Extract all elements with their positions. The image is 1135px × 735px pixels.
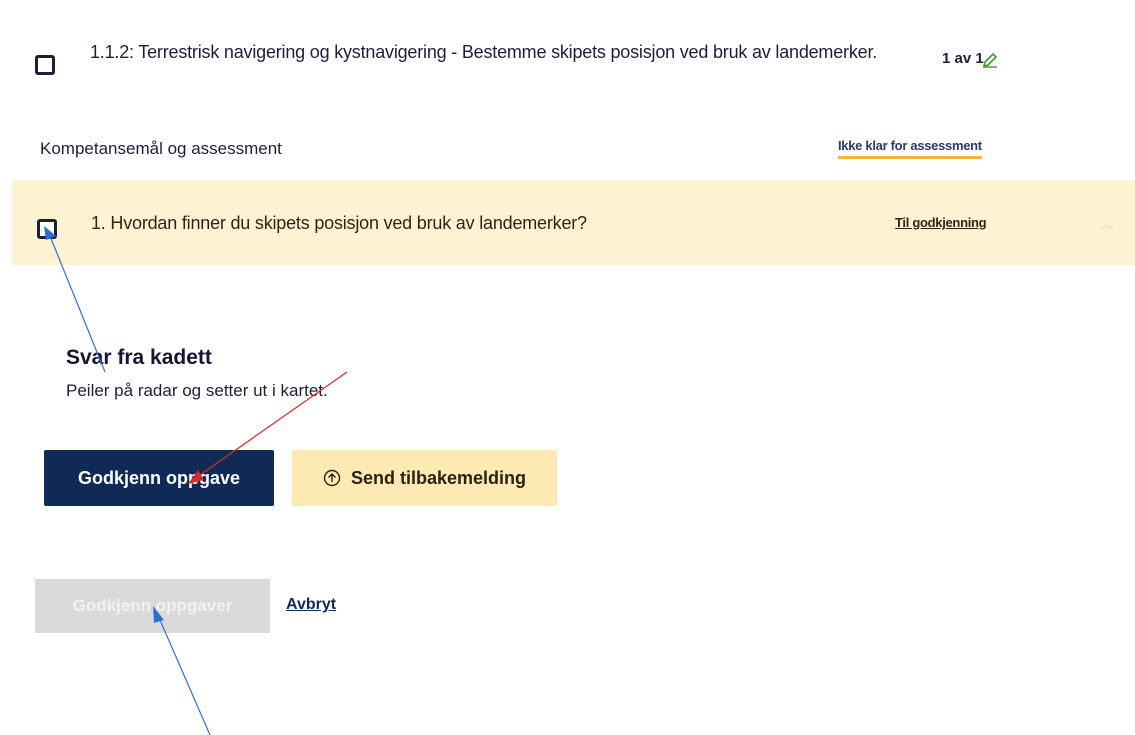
competence-label: Kompetansemål og assessment [40,139,282,158]
task-checkbox-icon[interactable] [35,55,55,75]
pencil-icon[interactable] [982,52,998,68]
task-row: 1.1.2: Terrestrisk navigering og kystnav… [0,0,1135,110]
question-text: 1. Hvordan finner du skipets posisjon ve… [91,213,587,233]
question-row[interactable]: 1. Hvordan finner du skipets posisjon ve… [12,180,1135,265]
page: 1.1.2: Terrestrisk navigering og kystnav… [0,0,1135,735]
answer-text: Peiler på radar og setter ut i kartet. [66,381,328,400]
send-feedback-button[interactable]: Send tilbakemelding [292,450,557,506]
task-title: 1.1.2: Terrestrisk navigering og kystnav… [90,42,878,62]
question-checkbox-icon[interactable] [37,219,57,239]
competence-status-link[interactable]: Ikke klar for assessment [838,138,982,159]
approve-tasks-button-disabled: Godkjenn oppgaver [35,579,270,633]
approve-task-button[interactable]: Godkjenn oppgave [44,450,274,506]
to-approval-link[interactable]: Til godkjenning [895,215,987,230]
chevron-up-icon[interactable]: ︿ [1100,214,1114,234]
answer-heading: Svar fra kadett [66,346,212,369]
cancel-link[interactable]: Avbryt [286,596,336,614]
send-feedback-label: Send tilbakemelding [350,467,527,488]
arrow-up-circle-icon [323,469,341,487]
task-count: 1 av 1 [942,50,984,67]
